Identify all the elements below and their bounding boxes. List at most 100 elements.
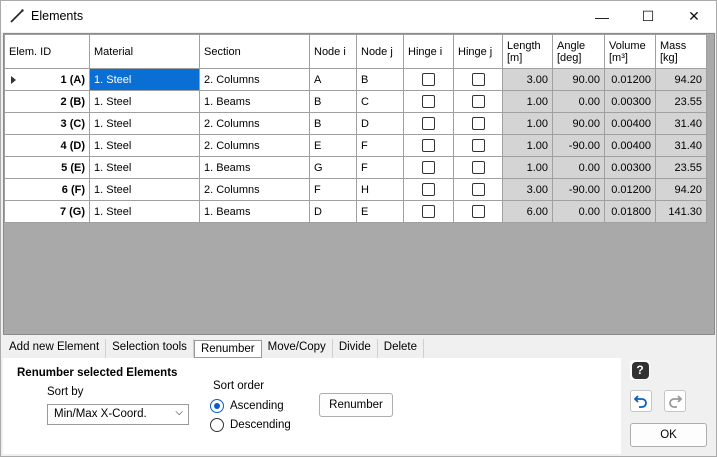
hinge-j-checkbox[interactable] [471, 161, 485, 174]
cell-material[interactable]: 1. Steel [89, 156, 200, 179]
hinge-j-checkbox[interactable] [471, 205, 485, 218]
table-row[interactable]: 2 (B) 1. Steel 1. Beams B C 1.00 0.00 0.00300 23… [4, 90, 707, 113]
cell-material[interactable]: 1. Steel [89, 90, 200, 113]
tab-add-new-element[interactable]: Add new Element [3, 339, 107, 358]
cell-hinge-i [403, 178, 454, 201]
cell-node-i[interactable]: F [309, 178, 357, 201]
cell-section[interactable]: 2. Columns [199, 134, 310, 157]
tab-selection-tools[interactable]: Selection tools [106, 339, 194, 358]
table-row[interactable]: 6 (F) 1. Steel 2. Columns F H 3.00 -90.00 0.012… [4, 178, 707, 201]
cell-volume: 0.01200 [604, 68, 656, 91]
help-button[interactable]: ? [630, 360, 650, 380]
cell-id[interactable]: 4 (D) [4, 134, 90, 157]
cell-id[interactable]: 5 (E) [4, 156, 90, 179]
descending-radio[interactable] [210, 418, 224, 432]
cell-material[interactable]: 1. Steel [89, 200, 200, 223]
cell-node-j[interactable]: E [356, 200, 404, 223]
ok-button[interactable]: OK [630, 423, 707, 447]
cell-id[interactable]: 3 (C) [4, 112, 90, 135]
cell-material[interactable]: 1. Steel [89, 68, 200, 91]
cell-node-i[interactable]: B [309, 90, 357, 113]
cell-length: 1.00 [502, 112, 553, 135]
cell-mass: 23.55 [655, 90, 707, 113]
cell-hinge-j [453, 200, 503, 223]
cell-id[interactable]: 2 (B) [4, 90, 90, 113]
renumber-button[interactable]: Renumber [319, 393, 393, 417]
hinge-i-checkbox[interactable] [422, 139, 435, 152]
elements-grid[interactable]: Elem. ID Material Section Node i Node j Hinge… [3, 33, 715, 335]
hinge-j-checkbox[interactable] [471, 117, 485, 130]
sort-by-select[interactable]: Min/Max X-Coord. ⌵ [47, 404, 189, 425]
hinge-j-checkbox[interactable] [471, 73, 485, 86]
cell-hinge-j [453, 112, 503, 135]
cell-node-j[interactable]: D [356, 112, 404, 135]
hinge-i-checkbox[interactable] [422, 73, 435, 86]
hinge-i-checkbox[interactable] [422, 95, 435, 108]
cell-length: 6.00 [502, 200, 553, 223]
cell-id[interactable]: 6 (F) [4, 178, 90, 201]
table-row[interactable]: 3 (C) 1. Steel 2. Columns B D 1.00 90.00 0.0040… [4, 112, 707, 135]
cell-node-j[interactable]: B [356, 68, 404, 91]
column-header-node-i[interactable]: Node i [309, 34, 357, 69]
close-button[interactable]: ✕ [671, 1, 717, 32]
cell-node-j[interactable]: C [356, 90, 404, 113]
hinge-j-checkbox[interactable] [471, 183, 485, 196]
column-header-mass[interactable]: Mass [kg] [655, 34, 707, 69]
tab-delete[interactable]: Delete [378, 339, 425, 358]
hinge-j-checkbox[interactable] [471, 139, 485, 152]
cell-hinge-j [453, 90, 503, 113]
cell-node-i[interactable]: B [309, 112, 357, 135]
hinge-j-checkbox[interactable] [471, 95, 485, 108]
tab-divide[interactable]: Divide [333, 339, 378, 358]
table-row[interactable]: 4 (D) 1. Steel 2. Columns E F 1.00 -90.00 0.004… [4, 134, 707, 157]
hinge-i-checkbox[interactable] [422, 183, 435, 196]
cell-node-j[interactable]: F [356, 134, 404, 157]
descending-label[interactable]: Descending [230, 419, 291, 431]
maximize-button[interactable]: ☐ [625, 1, 671, 32]
cell-node-i[interactable]: G [309, 156, 357, 179]
tab-renumber[interactable]: Renumber [193, 340, 262, 358]
cell-length: 1.00 [502, 134, 553, 157]
column-header-hinge-i[interactable]: Hinge i [403, 34, 454, 69]
column-header-angle[interactable]: Angle [deg] [552, 34, 605, 69]
cell-material[interactable]: 1. Steel [89, 112, 200, 135]
ascending-radio[interactable] [210, 399, 224, 413]
cell-node-j[interactable]: H [356, 178, 404, 201]
column-header-length[interactable]: Length [m] [502, 34, 553, 69]
cell-node-i[interactable]: D [309, 200, 357, 223]
column-header-node-j[interactable]: Node j [356, 34, 404, 69]
cell-node-j[interactable]: F [356, 156, 404, 179]
column-header-section[interactable]: Section [199, 34, 310, 69]
cell-id[interactable]: 1 (A) [4, 68, 90, 91]
cell-material[interactable]: 1. Steel [89, 178, 200, 201]
cell-section[interactable]: 2. Columns [199, 178, 310, 201]
hinge-i-checkbox[interactable] [422, 117, 435, 130]
cell-node-i[interactable]: A [309, 68, 357, 91]
minimize-button[interactable]: — [579, 1, 625, 32]
column-header-volume[interactable]: Volume [m³] [604, 34, 656, 69]
redo-button[interactable] [664, 390, 686, 412]
cell-mass: 23.55 [655, 156, 707, 179]
cell-material[interactable]: 1. Steel [89, 134, 200, 157]
cell-section[interactable]: 1. Beams [199, 90, 310, 113]
table-row[interactable]: 5 (E) 1. Steel 1. Beams G F 1.00 0.00 0.00300 23… [4, 156, 707, 179]
column-header-elem-id[interactable]: Elem. ID [4, 34, 90, 69]
cell-section[interactable]: 1. Beams [199, 156, 310, 179]
cell-section[interactable]: 2. Columns [199, 68, 310, 91]
ascending-label[interactable]: Ascending [230, 400, 284, 412]
table-row[interactable]: 7 (G) 1. Steel 1. Beams D E 6.00 0.00 0.01800 14… [4, 200, 707, 223]
cell-section[interactable]: 2. Columns [199, 112, 310, 135]
tab-move-copy[interactable]: Move/Copy [262, 339, 333, 358]
cell-section[interactable]: 1. Beams [199, 200, 310, 223]
undo-button[interactable] [630, 390, 652, 412]
cell-mass: 94.20 [655, 68, 707, 91]
column-header-material[interactable]: Material [89, 34, 200, 69]
cell-node-i[interactable]: E [309, 134, 357, 157]
table-row[interactable]: 1 (A) 1. Steel 2. Columns A B 3.00 90.00 0.0120… [4, 68, 707, 91]
cell-angle: 0.00 [552, 200, 605, 223]
cell-id[interactable]: 7 (G) [4, 200, 90, 223]
column-header-hinge-j[interactable]: Hinge j [453, 34, 503, 69]
hinge-i-checkbox[interactable] [422, 161, 435, 174]
hinge-i-checkbox[interactable] [422, 205, 435, 218]
cell-length: 3.00 [502, 68, 553, 91]
